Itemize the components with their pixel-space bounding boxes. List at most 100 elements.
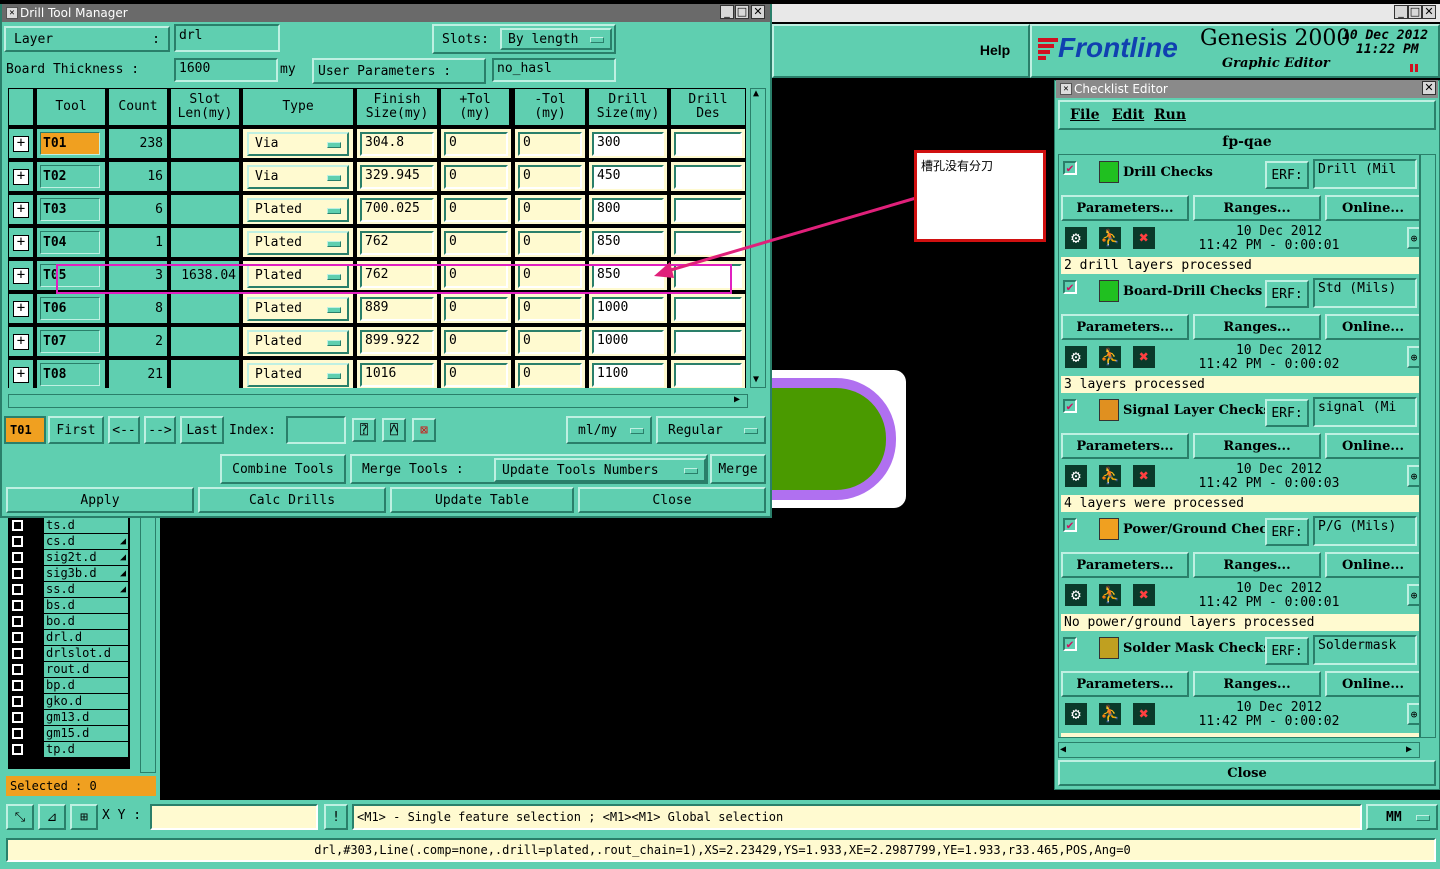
row-expand-icon[interactable]: + xyxy=(8,293,34,324)
first-button[interactable]: First xyxy=(48,416,104,444)
measure-tool-icon[interactable]: ⊿ xyxy=(38,804,66,830)
drill-size-input[interactable]: 300 xyxy=(592,132,664,156)
checklist-close-button[interactable]: Close xyxy=(1058,760,1436,786)
minus-tol-input[interactable]: 0 xyxy=(518,165,582,189)
minus-tol-input[interactable]: 0 xyxy=(518,198,582,222)
combine-tools-button[interactable]: Combine Tools xyxy=(220,454,346,484)
layer-item[interactable]: ss.d ◢ xyxy=(12,582,128,597)
run-check-icon[interactable]: ⚙ xyxy=(1063,463,1089,489)
plus-tol-input[interactable]: 0 xyxy=(444,231,508,255)
drill-size-input[interactable]: 1100 xyxy=(592,363,664,387)
item-enabled-checkbox[interactable]: ✔ xyxy=(1063,280,1077,294)
plus-tol-input[interactable]: 0 xyxy=(444,132,508,156)
minus-tol-input[interactable]: 0 xyxy=(518,297,582,321)
layer-checkbox[interactable] xyxy=(12,648,23,659)
check-name[interactable]: Drill Checks xyxy=(1123,165,1213,180)
last-button[interactable]: Last xyxy=(180,416,224,444)
minus-tol-input[interactable]: 0 xyxy=(518,330,582,354)
calc-drills-button[interactable]: Calc Drills xyxy=(198,487,386,513)
row-expand-icon[interactable]: + xyxy=(8,359,34,388)
update-tools-dropdown[interactable]: Update Tools Numbers xyxy=(494,458,706,482)
layer-checkbox[interactable] xyxy=(12,520,23,531)
user-params-field[interactable]: no_hasl xyxy=(492,58,616,82)
maximize-icon[interactable]: □ xyxy=(1408,5,1422,19)
prev-button[interactable]: <-- xyxy=(108,416,140,444)
minus-tol-input[interactable]: 0 xyxy=(518,363,582,387)
tool-id[interactable]: T01 xyxy=(40,132,100,155)
checklist-close-icon[interactable]: ✕ xyxy=(1422,81,1436,95)
minimize-icon[interactable]: _ xyxy=(1394,5,1408,19)
type-dropdown[interactable]: Plated xyxy=(247,198,349,222)
ranges-button[interactable]: Ranges... xyxy=(1193,671,1321,697)
item-enabled-checkbox[interactable]: ✔ xyxy=(1063,399,1077,413)
merge-button[interactable]: Merge xyxy=(710,454,766,484)
plus-tol-input[interactable]: 0 xyxy=(444,165,508,189)
erf-button[interactable]: ERF: xyxy=(1265,399,1309,427)
drill-des-input[interactable] xyxy=(674,330,742,354)
tool-id[interactable]: T02 xyxy=(40,165,100,188)
erf-field[interactable]: Std (Mils) xyxy=(1313,278,1417,308)
layer-item[interactable]: bs.d xyxy=(12,598,128,613)
vscroll-up-icon[interactable]: ▲ xyxy=(753,88,759,99)
drill-des-input[interactable] xyxy=(674,165,742,189)
online-button[interactable]: Online... xyxy=(1325,195,1419,221)
layer-checkbox[interactable] xyxy=(12,712,23,723)
run-step-icon[interactable]: ⛹ xyxy=(1097,463,1123,489)
drill-minimize-icon[interactable]: _ xyxy=(720,5,734,19)
check-name[interactable]: Power/Ground Checks xyxy=(1123,522,1284,537)
drill-size-input[interactable]: 1000 xyxy=(592,297,664,321)
stop-check-icon[interactable]: ✖ xyxy=(1131,344,1157,370)
info-icon[interactable]: ! xyxy=(324,804,348,830)
tool-id[interactable]: T04 xyxy=(40,231,100,254)
delete-icon[interactable]: ⊠ xyxy=(412,418,436,442)
mode-select[interactable]: Regular xyxy=(656,416,766,444)
layer-checkbox[interactable] xyxy=(12,632,23,643)
checklist-hscroll[interactable] xyxy=(1058,742,1420,758)
layer-checkbox[interactable] xyxy=(12,600,23,611)
type-dropdown[interactable]: Plated xyxy=(247,330,349,354)
finish-size-input[interactable]: 329.945 xyxy=(360,165,434,189)
layer-item[interactable]: drlslot.d xyxy=(12,646,128,661)
expand-icon[interactable]: ⊕ xyxy=(1407,227,1419,249)
item-enabled-checkbox[interactable]: ✔ xyxy=(1063,637,1077,651)
finish-size-input[interactable]: 304.8 xyxy=(360,132,434,156)
item-enabled-checkbox[interactable]: ✔ xyxy=(1063,518,1077,532)
layer-checkbox[interactable] xyxy=(12,664,23,675)
layer-checkbox[interactable] xyxy=(12,680,23,691)
find-icon[interactable]: ⍰ xyxy=(352,418,376,442)
online-button[interactable]: Online... xyxy=(1325,552,1419,578)
layer-item[interactable]: gko.d xyxy=(12,694,128,709)
ranges-button[interactable]: Ranges... xyxy=(1193,552,1321,578)
drill-size-input[interactable]: 450 xyxy=(592,165,664,189)
layer-item[interactable]: bp.d xyxy=(12,678,128,693)
layer-item[interactable]: sig2t.d ◢ xyxy=(12,550,128,565)
check-name[interactable]: Solder Mask Checks xyxy=(1123,641,1271,656)
type-dropdown[interactable]: Via xyxy=(247,132,349,156)
help-button[interactable]: Help xyxy=(970,40,1020,60)
user-params-button[interactable]: User Parameters : xyxy=(312,58,486,84)
zoom-icon[interactable]: ⍓ xyxy=(382,418,406,442)
parameters-button[interactable]: Parameters... xyxy=(1061,552,1189,578)
layer-label-button[interactable]: Layer : xyxy=(4,26,170,52)
stop-check-icon[interactable]: ✖ xyxy=(1131,463,1157,489)
item-enabled-checkbox[interactable]: ✔ xyxy=(1063,161,1077,175)
plus-tol-input[interactable]: 0 xyxy=(444,363,508,387)
menu-edit[interactable]: Edit xyxy=(1112,107,1144,123)
minus-tol-input[interactable]: 0 xyxy=(518,132,582,156)
hscroll-right-arrow-icon[interactable]: ▶ xyxy=(734,394,740,405)
run-check-icon[interactable]: ⚙ xyxy=(1063,225,1089,251)
run-step-icon[interactable]: ⛹ xyxy=(1097,582,1123,608)
erf-button[interactable]: ERF: xyxy=(1265,518,1309,546)
online-button[interactable]: Online... xyxy=(1325,671,1419,697)
layer-item[interactable]: rout.d xyxy=(12,662,128,677)
drill-close-icon[interactable]: ✕ xyxy=(751,5,765,19)
tool-id[interactable]: T06 xyxy=(40,297,100,320)
ranges-button[interactable]: Ranges... xyxy=(1193,314,1321,340)
close-icon[interactable]: ✕ xyxy=(1422,5,1436,19)
online-button[interactable]: Online... xyxy=(1325,433,1419,459)
stop-check-icon[interactable]: ✖ xyxy=(1131,582,1157,608)
row-expand-icon[interactable]: + xyxy=(8,227,34,258)
expand-icon[interactable]: ⊕ xyxy=(1407,703,1419,725)
tool-id[interactable]: T08 xyxy=(40,363,100,386)
select-tool-icon[interactable]: ⤡ xyxy=(6,804,34,830)
